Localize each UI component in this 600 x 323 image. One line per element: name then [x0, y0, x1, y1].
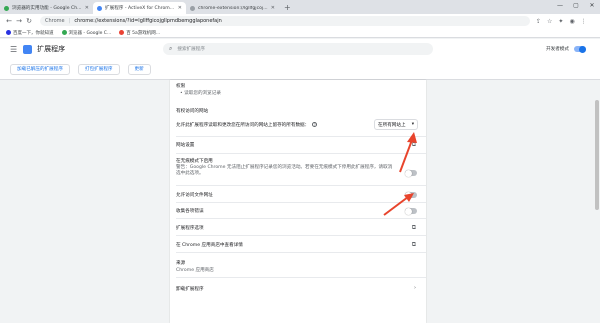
maximize-button[interactable]: ▢	[568, 0, 584, 12]
tab-label: 浏览器的实用功能 - Google Ch...	[12, 6, 82, 11]
back-icon[interactable]: ←	[4, 17, 14, 25]
toolbar: ← → ↻ Chrome | chrome://extensions/?id=l…	[0, 14, 600, 28]
permission-item: • 读取您的浏览记录	[180, 91, 221, 96]
tab-favicon-icon	[4, 5, 9, 11]
extension-options-link[interactable]: 扩展程序选项	[176, 225, 420, 231]
open-in-new-icon[interactable]: ⧉	[412, 241, 416, 249]
tab-label: 扩展程序 - ActiveX for Chrom...	[105, 6, 175, 11]
address-bar[interactable]: Chrome | chrome://extensions/?id=lgllffg…	[40, 16, 530, 26]
bookmarks-bar: 百度一下，你就知道 浏览器 - Google C... 百 5a游戏机网…	[0, 28, 600, 38]
divider	[176, 252, 426, 253]
share-icon[interactable]: ⇪	[536, 18, 541, 25]
remove-extension-button[interactable]: 卸载扩展程序	[176, 286, 420, 292]
developer-mode-label: 开发者模式	[546, 47, 569, 52]
hamburger-menu-icon[interactable]: ☰	[10, 45, 17, 54]
bookmark-item[interactable]: 浏览器 - Google C...	[61, 30, 112, 36]
extensions-logo-icon	[23, 44, 33, 54]
site-access-text: 允许此扩展程序读取和更改您在所访问的网站上留存的所有数据：	[176, 123, 310, 128]
tab-1[interactable]: 浏览器的实用功能 - Google Ch... ✕	[0, 2, 93, 14]
view-in-store-link[interactable]: 在 Chrome 应用商店中查看详情	[176, 242, 420, 248]
annotation-arrow-icon	[383, 193, 414, 216]
pack-extension-button[interactable]: 打包扩展程序	[77, 63, 120, 75]
tab-label: chrome-extension://lgllfgjcoj...	[198, 5, 268, 11]
search-icon: ⌕	[169, 45, 173, 52]
source-heading: 来源	[176, 261, 186, 266]
tab-2[interactable]: 扩展程序 - ActiveX for Chrom... ✕	[93, 2, 186, 14]
incognito-warning: 警告：Google Chrome 无法阻止扩展程序记录您的浏览活动。若要在无痕模…	[176, 165, 393, 176]
update-button[interactable]: 更新	[127, 63, 151, 75]
search-extensions-input[interactable]: ⌕ 搜索扩展程序	[163, 43, 433, 55]
permissions-heading: 权限	[176, 84, 186, 89]
open-in-new-icon[interactable]: ⧉	[412, 224, 416, 232]
source-value: Chrome 应用商店	[176, 268, 214, 273]
divider	[176, 277, 426, 278]
chevron-right-icon[interactable]: ›	[414, 285, 416, 291]
site-access-heading: 有权访问的网站	[176, 109, 209, 114]
bookmark-favicon-icon	[119, 30, 125, 35]
tab-close-icon[interactable]: ✕	[178, 5, 182, 11]
window-controls: — ▢ ✕	[552, 0, 600, 12]
tab-close-icon[interactable]: ✕	[271, 5, 275, 11]
tab-strip: 浏览器的实用功能 - Google Ch... ✕ 扩展程序 - ActiveX…	[0, 0, 600, 14]
chrome-scheme-label: Chrome	[45, 18, 65, 24]
tab-3[interactable]: chrome-extension://lgllfgjcoj... ✕	[186, 2, 279, 14]
extensions-puzzle-icon[interactable]: ✦	[558, 18, 563, 25]
divider	[176, 185, 426, 186]
profile-icon[interactable]: ◉	[569, 18, 574, 25]
tab-favicon-icon	[190, 5, 195, 11]
bookmark-favicon-icon	[6, 30, 11, 35]
scrollbar-thumb[interactable]	[595, 100, 599, 210]
divider	[176, 235, 426, 236]
search-placeholder: 搜索扩展程序	[177, 47, 205, 52]
site-access-select[interactable]: 在所有网站上 ▾	[374, 119, 418, 130]
developer-mode-toggle[interactable]	[574, 45, 586, 53]
new-tab-button[interactable]: +	[279, 2, 296, 14]
site-access-description: 允许此扩展程序读取和更改您在所访问的网站上留存的所有数据：?	[176, 122, 366, 128]
bookmark-item[interactable]: 百 5a游戏机网…	[119, 30, 160, 36]
url-text: chrome://extensions/?id=lgllffgicojgllpm…	[74, 18, 222, 24]
bookmark-star-icon[interactable]: ☆	[547, 18, 552, 25]
dropdown-arrow-icon: ▾	[411, 122, 414, 127]
bookmark-label: 浏览器 - Google C...	[68, 30, 112, 36]
forward-icon[interactable]: →	[14, 17, 24, 25]
bookmark-favicon-icon	[61, 30, 67, 35]
reload-icon[interactable]: ↻	[24, 17, 34, 25]
bookmark-label: 百度一下，你就知道	[13, 30, 54, 36]
tab-close-icon[interactable]: ✕	[85, 5, 89, 11]
developer-toolbar: 加载已解压的扩展程序 打包扩展程序 更新	[0, 59, 600, 80]
more-menu-icon[interactable]: ⋮	[581, 18, 587, 25]
close-window-button[interactable]: ✕	[584, 0, 600, 12]
bookmark-item[interactable]: 百度一下，你就知道	[6, 30, 54, 36]
annotation-arrow-icon	[399, 132, 417, 173]
tab-favicon-icon	[97, 5, 102, 11]
bookmark-label: 百 5a游戏机网…	[126, 30, 161, 36]
help-icon[interactable]: ?	[312, 122, 318, 127]
site-access-value: 在所有网站上	[378, 122, 406, 128]
minimize-button[interactable]: —	[552, 0, 568, 12]
extensions-header: ☰ 扩展程序 ⌕ 搜索扩展程序 开发者模式	[0, 39, 600, 59]
page-title: 扩展程序	[37, 45, 66, 53]
url-separator: |	[68, 18, 71, 24]
developer-mode: 开发者模式	[546, 45, 586, 53]
load-unpacked-button[interactable]: 加载已解压的扩展程序	[10, 63, 70, 75]
